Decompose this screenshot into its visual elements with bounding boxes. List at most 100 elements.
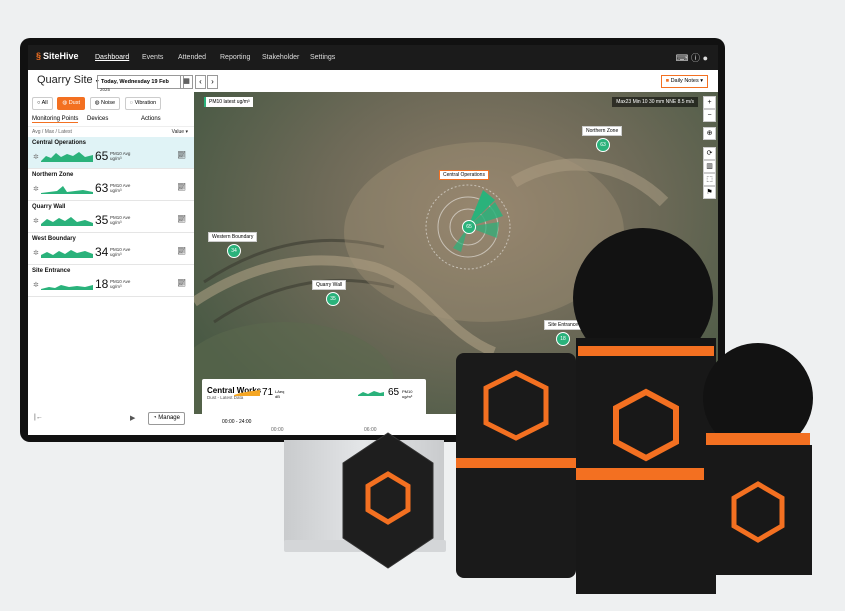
filter-noise[interactable]: ◍ Noise — [89, 97, 121, 110]
aggregation-selector[interactable]: Avg / Max / Latest — [32, 129, 72, 135]
device-icon: ✲ — [33, 154, 39, 161]
user-avatar-icon[interactable]: ● — [703, 53, 708, 63]
point-name: Quarry Wall — [32, 204, 66, 210]
point-name: Northern Zone — [32, 172, 74, 178]
info-metric-noise-unit: LAeq dB — [275, 389, 285, 399]
map-pin-western-boundary[interactable]: 34 — [227, 244, 241, 258]
sort-by-value[interactable]: Value ▾ — [172, 129, 188, 135]
sub-header: Quarry Site ▾ Today, Wednesday 19 Feb 20… — [28, 70, 718, 93]
point-name: West Boundary — [32, 236, 76, 242]
sparkline — [41, 217, 93, 226]
point-value: 35 — [95, 213, 109, 227]
nav-stakeholder[interactable]: Stakeholder — [262, 54, 299, 61]
chart-icon[interactable]: 📈︎ — [177, 247, 186, 255]
point-unit: PM10 Ave ug/m³ — [110, 183, 131, 193]
collapse-panel-icon[interactable]: |← — [34, 414, 43, 421]
sparkline — [41, 285, 93, 290]
device-icon: ✲ — [33, 218, 39, 225]
caret-down-icon: ▾ — [185, 129, 188, 135]
keyboard-icon[interactable]: ⌨ — [676, 53, 689, 63]
nav-dashboard[interactable]: Dashboard — [95, 54, 129, 61]
point-value: 63 — [95, 181, 109, 195]
sensor-hardware-illustration — [342, 228, 813, 594]
help-icon[interactable]: ⓘ — [691, 53, 700, 63]
nav-settings[interactable]: Settings — [310, 54, 335, 61]
device-icon: ✲ — [33, 186, 39, 193]
site-selector[interactable]: Quarry Site ▾ — [37, 74, 99, 86]
filter-all[interactable]: ○ All — [32, 97, 53, 110]
sort-row: Avg / Max / Latest Value ▾ — [28, 126, 194, 137]
info-metric-noise-value: 71 — [262, 387, 274, 398]
status-dot-icon: ■ — [665, 78, 670, 84]
circle-icon: ○ — [37, 100, 41, 106]
device-icon: ✲ — [33, 282, 39, 289]
device-icon: ✲ — [33, 250, 39, 257]
point-name: Site Entrance — [32, 268, 71, 274]
tab-actions[interactable]: Actions — [141, 116, 161, 122]
date-nav: ‹ › — [195, 75, 219, 89]
filter-bar: ○ All ◍ Dust ◍ Noise ◌ Vibration — [32, 97, 164, 110]
date-picker[interactable]: Today, Wednesday 19 Feb — [97, 75, 184, 89]
nav-reporting[interactable]: Reporting — [220, 54, 250, 61]
refresh-icon[interactable]: ⟳ — [703, 147, 716, 160]
point-value: 34 — [95, 245, 109, 259]
zoom-out-icon[interactable]: − — [703, 109, 716, 122]
panel-tabs: Monitoring Points Devices Actions — [28, 114, 194, 124]
sparkline — [41, 250, 93, 258]
next-day-icon[interactable]: › — [207, 75, 218, 89]
sitehive-logo-icon: § — [36, 51, 42, 61]
play-icon[interactable]: ▶ — [130, 414, 135, 422]
point-value: 65 — [95, 149, 109, 163]
chart-icon[interactable]: 📈︎ — [177, 215, 186, 223]
monitoring-points-list: Central Operations ✲ 65 PM10 Avg ug/m³ 📈︎… — [28, 137, 194, 297]
list-item[interactable]: Northern Zone ✲ 63 PM10 Ave ug/m³ 📈︎ — [28, 169, 194, 201]
point-unit: PM10 Ave ug/m³ — [110, 247, 131, 257]
sparkline — [41, 152, 93, 162]
select-area-icon[interactable]: ⬚ — [703, 173, 716, 186]
brand-logo[interactable]: § SiteHive — [36, 51, 79, 61]
chevron-down-icon: ▾ — [700, 78, 703, 84]
chart-icon[interactable]: 📈︎ — [177, 183, 186, 191]
list-item[interactable]: West Boundary ✲ 34 PM10 Ave ug/m³ 📈︎ — [28, 233, 194, 265]
top-nav: § SiteHive Dashboard Events Attended Repo… — [28, 45, 718, 70]
timeline-tick: 00:00 — [271, 427, 284, 433]
daily-notes-button[interactable]: ■ Daily Notes ▾ — [660, 75, 708, 88]
zoom-in-icon[interactable]: + — [703, 96, 716, 109]
vibration-icon: ◌ — [129, 100, 134, 106]
nav-events[interactable]: Events — [142, 54, 163, 61]
point-name: Central Operations — [32, 140, 87, 146]
pin-label-northern-zone: Northern Zone — [582, 126, 623, 136]
map-pin-northern-zone[interactable]: 63 — [596, 138, 610, 152]
noise-icon: ◍ — [94, 100, 100, 106]
list-item[interactable]: Quarry Wall ✲ 35 PM10 Ave ug/m³ 📈︎ — [28, 201, 194, 233]
gauge-icon: ◔ — [153, 415, 157, 421]
nav-attended[interactable]: Attended — [178, 54, 206, 61]
weather-readout: Max23 Min 10 30 mm NNE 8.5 m/s — [612, 97, 698, 107]
pin-label-western-boundary: Western Boundary — [208, 232, 258, 242]
prev-day-icon[interactable]: ‹ — [195, 75, 206, 89]
list-item[interactable]: Central Operations ✲ 65 PM10 Avg ug/m³ 📈︎ — [28, 137, 194, 169]
filter-dust[interactable]: ◍ Dust — [57, 97, 86, 110]
point-unit: PM10 Ave ug/m³ — [110, 279, 131, 289]
chart-icon[interactable]: 📈︎ — [177, 279, 186, 287]
timeline-range: 00:00 - 24:00 — [222, 419, 252, 425]
pin-label-central-operations: Central Operations — [439, 170, 489, 180]
filter-vibration[interactable]: ◌ Vibration — [124, 97, 162, 110]
point-unit: PM10 Ave ug/m³ — [110, 215, 131, 225]
tab-monitoring-points[interactable]: Monitoring Points — [32, 116, 79, 123]
noise-sparkline — [234, 390, 260, 396]
sparkline — [41, 186, 93, 194]
point-unit: PM10 Avg ug/m³ — [110, 151, 131, 161]
point-value: 18 — [95, 277, 109, 291]
calendar-icon[interactable]: ▦ — [180, 75, 193, 89]
manage-button[interactable]: ◔ Manage — [148, 412, 185, 425]
left-panel: ○ All ◍ Dust ◍ Noise ◌ Vibration Monitor… — [28, 92, 195, 435]
locate-icon[interactable]: ⊕ — [703, 127, 716, 140]
tab-devices[interactable]: Devices — [87, 116, 108, 122]
pm10-layer-label[interactable]: PM10 latest ug/m³ — [204, 97, 253, 107]
map-icon[interactable]: ▥ — [703, 160, 716, 173]
chart-icon[interactable]: 📈︎ — [177, 151, 186, 159]
bookmark-icon[interactable]: ⚑ — [703, 186, 716, 199]
dust-icon: ◍ — [62, 100, 68, 106]
list-item[interactable]: Site Entrance ✲ 18 PM10 Ave ug/m³ 📈︎ — [28, 265, 194, 297]
